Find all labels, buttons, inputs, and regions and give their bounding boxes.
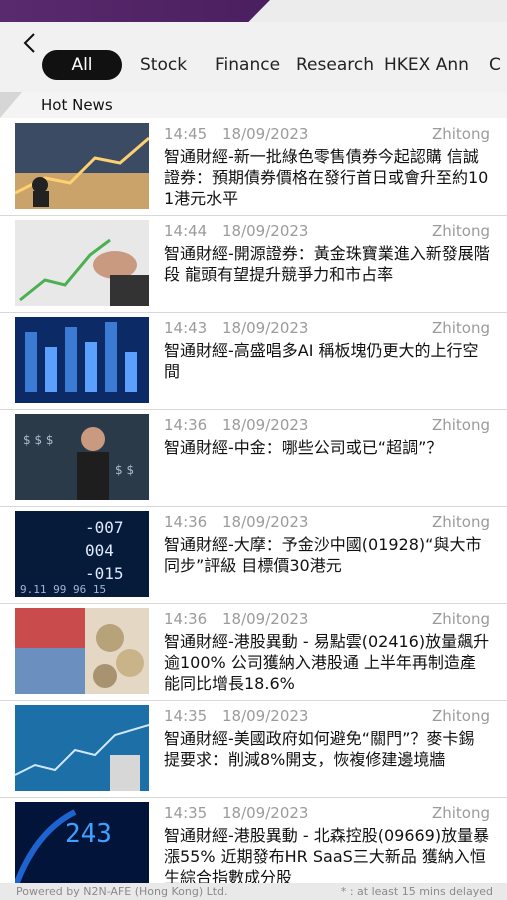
news-meta: 14:35 18/09/2023 Zhitong (164, 707, 490, 727)
header: All Stock Finance Research HKEX Ann C (0, 22, 507, 92)
tab-all[interactable]: All (42, 50, 122, 80)
news-date: 18/09/2023 (222, 513, 309, 531)
news-item[interactable]: 14:36 18/09/2023 Zhitong 智通財經-港股異動 - 易點雲… (0, 603, 507, 701)
brand-stripe (0, 0, 270, 22)
news-time: 14:43 (164, 319, 208, 337)
news-source: Zhitong (431, 222, 490, 240)
news-meta: 14:35 18/09/2023 Zhitong (164, 804, 490, 824)
svg-text:004: 004 (85, 541, 114, 560)
news-thumbnail: 243 (15, 802, 149, 888)
news-thumbnail (15, 705, 149, 791)
tab-more[interactable]: C (489, 50, 501, 80)
news-source: Zhitong (431, 513, 490, 531)
news-source: Zhitong (431, 804, 490, 822)
news-meta: 14:44 18/09/2023 Zhitong (164, 222, 490, 242)
news-item[interactable]: 14:44 18/09/2023 Zhitong 智通財經-開源證券：黃金珠寶業… (0, 215, 507, 313)
news-meta: 14:36 18/09/2023 Zhitong (164, 513, 490, 533)
news-source: Zhitong (431, 707, 490, 725)
news-time: 14:36 (164, 416, 208, 434)
news-title: 智通財經-大摩：予金沙中國(01928)“與大市同步”評級 目標價30港元 (164, 535, 482, 575)
news-thumbnail (15, 123, 149, 209)
section-corner (0, 92, 22, 118)
news-item[interactable]: $ $ $ $ $ 14:36 18/09/2023 Zhitong 智通財經-… (0, 409, 507, 507)
tab-stock[interactable]: Stock (140, 50, 187, 80)
news-item[interactable]: 243 14:35 18/09/2023 Zhitong 智通財經-港股異動 -… (0, 797, 507, 895)
news-meta: 14:45 18/09/2023 Zhitong (164, 125, 490, 145)
section-header: Hot News (0, 92, 507, 118)
news-thumbnail (15, 220, 149, 306)
news-time: 14:44 (164, 222, 208, 240)
news-title: 智通財經-開源證券：黃金珠寶業進入新發展階段 龍頭有望提升競爭力和市占率 (164, 244, 490, 284)
svg-text:9.11 99 96 15: 9.11 99 96 15 (20, 583, 106, 596)
footer: Powered by N2N-AFE (Hong Kong) Ltd. * : … (0, 883, 507, 900)
svg-text:243: 243 (65, 819, 112, 849)
footer-delay-note: * : at least 15 mins delayed (340, 885, 493, 898)
news-thumbnail: $ $ $ $ $ (15, 414, 149, 500)
svg-text:$ $: $ $ (115, 463, 134, 477)
news-item[interactable]: -007 004 -015 9.11 99 96 15 14:36 18/09/… (0, 506, 507, 604)
news-title: 智通財經-港股異動 - 易點雲(02416)放量飆升逾100% 公司獲納入港股通… (164, 632, 490, 693)
news-time: 14:45 (164, 125, 208, 143)
section-title: Hot News (41, 96, 113, 114)
news-title: 智通財經-中金：哪些公司或已“超調”？ (164, 438, 443, 457)
news-item[interactable]: 14:43 18/09/2023 Zhitong 智通財經-高盛唱多AI 稱板塊… (0, 312, 507, 410)
news-title: 智通財經-港股異動 - 北森控股(09669)放量暴漲55% 近期發布HR Sa… (164, 826, 490, 887)
status-bar (0, 0, 507, 22)
news-date: 18/09/2023 (222, 707, 309, 725)
footer-powered-by: Powered by N2N-AFE (Hong Kong) Ltd. (16, 885, 228, 898)
news-source: Zhitong (431, 610, 490, 628)
news-source: Zhitong (431, 319, 490, 337)
news-date: 18/09/2023 (222, 804, 309, 822)
svg-text:-007: -007 (85, 518, 124, 537)
tab-hkex-ann[interactable]: HKEX Ann (384, 50, 469, 80)
news-title: 智通財經-高盛唱多AI 稱板塊仍更大的上行空間 (164, 341, 479, 381)
news-title: 智通財經-美國政府如何避免“關門”？麥卡錫提要求：削減8%開支，恢複修建邊境牆 (164, 729, 475, 769)
news-time: 14:35 (164, 804, 208, 822)
news-date: 18/09/2023 (222, 610, 309, 628)
svg-text:$ $ $: $ $ $ (23, 433, 54, 447)
news-item[interactable]: 14:35 18/09/2023 Zhitong 智通財經-美國政府如何避免“關… (0, 700, 507, 798)
news-date: 18/09/2023 (222, 416, 309, 434)
news-title: 智通財經-新一批綠色零售債券今起認購 信誠證券：預期債券價格在發行首日或會升至約… (164, 147, 489, 208)
news-date: 18/09/2023 (222, 319, 309, 337)
tab-finance[interactable]: Finance (215, 50, 280, 80)
news-thumbnail (15, 608, 149, 694)
news-time: 14:35 (164, 707, 208, 725)
news-thumbnail (15, 317, 149, 403)
svg-text:-015: -015 (85, 564, 124, 583)
news-meta: 14:36 18/09/2023 Zhitong (164, 416, 490, 436)
news-meta: 14:36 18/09/2023 Zhitong (164, 610, 490, 630)
news-time: 14:36 (164, 513, 208, 531)
news-meta: 14:43 18/09/2023 Zhitong (164, 319, 490, 339)
tab-research[interactable]: Research (296, 50, 374, 80)
news-date: 18/09/2023 (222, 222, 309, 240)
news-time: 14:36 (164, 610, 208, 628)
news-source: Zhitong (431, 125, 490, 143)
news-item[interactable]: 14:45 18/09/2023 Zhitong 智通財經-新一批綠色零售債券今… (0, 118, 507, 216)
news-source: Zhitong (431, 416, 490, 434)
category-tabs: All Stock Finance Research HKEX Ann C (0, 48, 507, 84)
news-thumbnail: -007 004 -015 9.11 99 96 15 (15, 511, 149, 597)
news-date: 18/09/2023 (222, 125, 309, 143)
